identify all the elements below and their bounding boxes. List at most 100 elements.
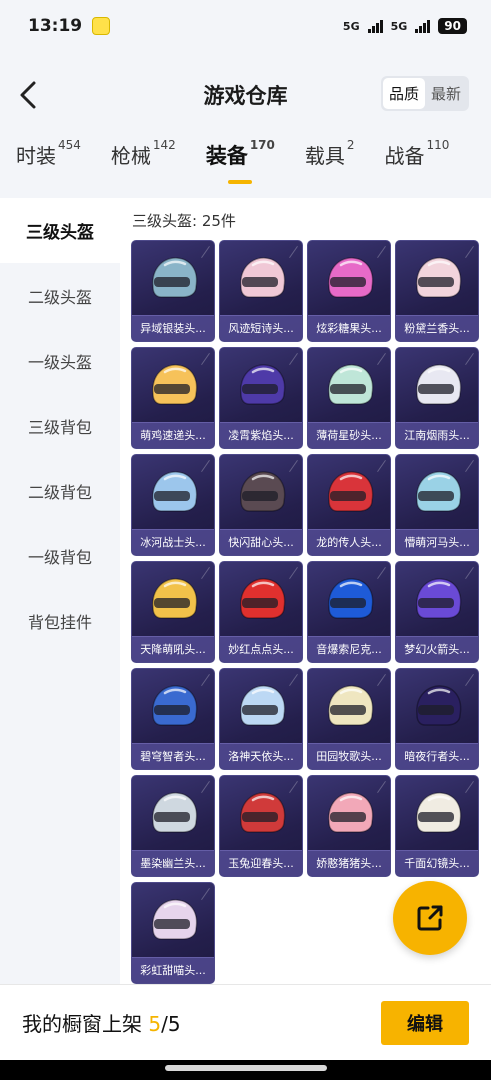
helmet-card[interactable]: 梦幻火箭头...	[395, 561, 479, 663]
sidebar-item-level2-backpack[interactable]: 二级背包	[0, 458, 120, 523]
helmet-card[interactable]: 暗夜行者头...	[395, 668, 479, 770]
network-label-1: 5G	[342, 19, 360, 33]
sidebar-item-level1-backpack[interactable]: 一级背包	[0, 523, 120, 588]
sidebar-item-backpack-charm[interactable]: 背包挂件	[0, 588, 120, 653]
helmet-name: 炫彩糖果头...	[308, 315, 390, 341]
status-indicators: 5G 5G 90	[343, 18, 467, 34]
showcase-current-count: 5	[148, 1012, 162, 1036]
helmet-card[interactable]: 龙的传人头...	[307, 454, 391, 556]
share-button[interactable]	[393, 881, 467, 955]
helmet-name: 懵萌河马头...	[396, 529, 478, 555]
tab-count: 142	[152, 138, 176, 152]
helmet-card[interactable]: 田园牧歌头...	[307, 668, 391, 770]
active-tab-indicator	[227, 180, 252, 184]
helmet-icon	[240, 364, 286, 405]
tab-count: 110	[426, 138, 450, 152]
helmet-card[interactable]: 洛神天依头...	[219, 668, 303, 770]
helmet-card[interactable]: 炫彩糖果头...	[307, 240, 391, 342]
helmet-name: 异域银装头...	[132, 315, 214, 341]
battery-icon: 90	[438, 18, 467, 34]
tab-vehicles[interactable]: 载具 2	[304, 138, 385, 169]
tab-count: 454	[58, 138, 81, 152]
helmet-name: 粉黛兰香头...	[396, 315, 478, 341]
helmet-icon	[416, 364, 462, 405]
showcase-status: 我的橱窗上架 5/5	[22, 1008, 181, 1037]
helmet-card[interactable]: 妙红点点头...	[219, 561, 303, 663]
status-time: 13:19	[28, 16, 83, 36]
tab-label: 时装	[16, 144, 56, 168]
tab-label: 战备	[384, 144, 425, 168]
helmet-card[interactable]: 音爆索尼克...	[307, 561, 391, 663]
helmet-name: 萌鸡速递头...	[132, 422, 214, 448]
helmet-card[interactable]: 玉兔迎春头...	[219, 775, 303, 877]
helmet-icon	[152, 578, 198, 619]
helmet-card[interactable]: 快闪甜心头...	[219, 454, 303, 556]
chevron-left-icon	[20, 81, 36, 109]
helmet-icon	[152, 792, 198, 833]
helmet-name: 娇憨猪猪头...	[308, 850, 390, 876]
helmet-card[interactable]: 娇憨猪猪头...	[307, 775, 391, 877]
share-out-icon	[417, 905, 443, 931]
sort-quality-button[interactable]: 品质	[382, 78, 425, 109]
sidebar-item-level3-backpack[interactable]: 三级背包	[0, 393, 120, 458]
home-indicator[interactable]	[165, 1065, 327, 1071]
helmet-icon	[328, 471, 374, 512]
tab-count: 170	[249, 138, 275, 152]
helmet-icon	[240, 685, 286, 726]
helmet-name: 洛神天依头...	[220, 743, 302, 769]
helmet-card[interactable]: 懵萌河马头...	[395, 454, 479, 556]
helmet-card[interactable]: 千面幻镜头...	[395, 775, 479, 877]
helmet-name: 音爆索尼克...	[308, 636, 390, 662]
helmet-icon	[240, 257, 286, 298]
helmet-name: 千面幻镜头...	[396, 850, 478, 876]
helmet-card[interactable]: 薄荷星砂头...	[307, 347, 391, 449]
helmet-icon	[240, 578, 286, 619]
helmet-name: 凌霄紫焰头...	[220, 422, 302, 448]
sidebar-item-level3-helmet[interactable]: 三级头盔	[0, 198, 120, 263]
showcase-bar: 我的橱窗上架 5/5 编辑	[0, 984, 491, 1060]
helmet-icon	[240, 471, 286, 512]
app-notification-icon	[92, 17, 111, 35]
helmet-icon	[328, 685, 374, 726]
helmet-name: 冰河战士头...	[132, 529, 214, 555]
helmet-icon	[328, 578, 374, 619]
helmet-card[interactable]: 风迹短诗头...	[219, 240, 303, 342]
helmet-name: 妙红点点头...	[220, 636, 302, 662]
helmet-icon	[328, 792, 374, 833]
helmet-card[interactable]: 冰河战士头...	[131, 454, 215, 556]
helmet-icon	[240, 792, 286, 833]
tab-label: 装备	[205, 144, 248, 168]
tab-fashion[interactable]: 时装 454	[16, 138, 111, 169]
helmet-card[interactable]: 凌霄紫焰头...	[219, 347, 303, 449]
sidebar-item-level2-helmet[interactable]: 二级头盔	[0, 263, 120, 328]
tab-supplies[interactable]: 战备 110	[384, 138, 480, 169]
helmet-name: 暗夜行者头...	[396, 743, 478, 769]
helmet-icon	[152, 471, 198, 512]
helmet-icon	[416, 471, 462, 512]
network-label-2: 5G	[390, 19, 408, 33]
edit-button[interactable]: 编辑	[381, 1000, 469, 1045]
helmet-card[interactable]: 彩虹甜喵头...	[131, 882, 215, 984]
helmet-name: 碧穹智者头...	[132, 743, 214, 769]
helmet-card[interactable]: 萌鸡速递头...	[131, 347, 215, 449]
helmet-name: 快闪甜心头...	[220, 529, 302, 555]
signal-icon	[367, 19, 383, 33]
sidebar-item-level1-helmet[interactable]: 一级头盔	[0, 328, 120, 393]
header: 游戏仓库 品质 最新	[0, 60, 491, 130]
tab-equipment[interactable]: 装备 170	[205, 138, 305, 184]
helmet-card[interactable]: 粉黛兰香头...	[395, 240, 479, 342]
helmet-card[interactable]: 碧穹智者头...	[131, 668, 215, 770]
status-bar: 13:19 5G 5G 90	[0, 0, 491, 52]
helmet-name: 龙的传人头...	[308, 529, 390, 555]
sort-newest-button[interactable]: 最新	[425, 78, 467, 109]
helmet-icon	[416, 685, 462, 726]
helmet-card[interactable]: 墨染幽兰头...	[131, 775, 215, 877]
tab-weapons[interactable]: 枪械 142	[110, 138, 206, 169]
helmet-card[interactable]: 天降萌吼头...	[131, 561, 215, 663]
tab-label: 枪械	[110, 144, 151, 168]
tab-label: 载具	[304, 144, 345, 168]
helmet-card[interactable]: 江南烟雨头...	[395, 347, 479, 449]
sidebar: 三级头盔 二级头盔 一级头盔 三级背包 二级背包 一级背包 背包挂件	[0, 198, 120, 988]
back-button[interactable]	[12, 78, 44, 112]
helmet-card[interactable]: 异域银装头...	[131, 240, 215, 342]
